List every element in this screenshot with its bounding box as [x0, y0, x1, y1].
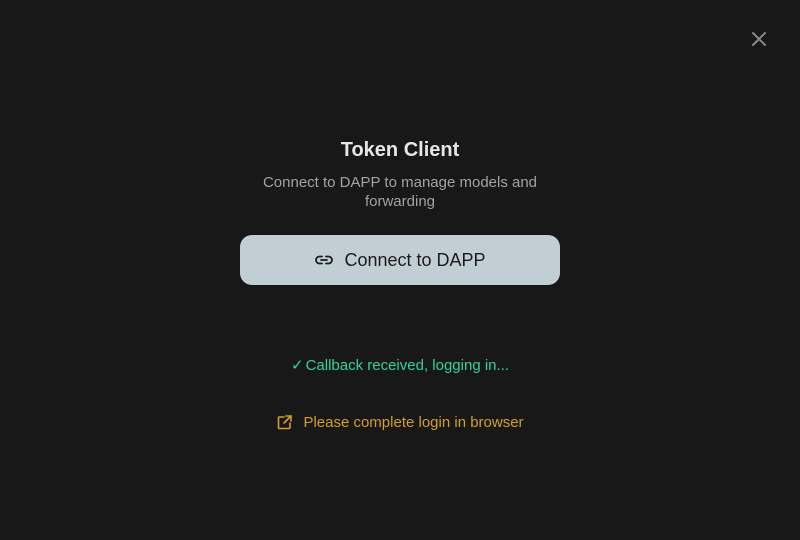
close-button[interactable]	[749, 31, 769, 51]
status-text: Callback received, logging in...	[305, 357, 510, 374]
page-subtitle: Connect to DAPP to manage models and for…	[262, 174, 538, 210]
login-hint-text: Please complete login in browser	[303, 414, 524, 431]
external-link-icon	[276, 414, 293, 431]
page-title: Token Client	[340, 139, 460, 161]
connect-dapp-label: Connect to DAPP	[344, 249, 486, 270]
connect-dapp-button[interactable]: Connect to DAPP	[240, 235, 560, 285]
check-icon: ✓	[290, 357, 304, 374]
login-hint: Please complete login in browser	[0, 414, 800, 431]
link-icon	[314, 250, 334, 270]
close-icon	[751, 31, 767, 52]
login-window: Token Client Connect to DAPP to manage m…	[0, 0, 800, 540]
status-message: ✓ Callback received, logging in...	[0, 356, 800, 374]
